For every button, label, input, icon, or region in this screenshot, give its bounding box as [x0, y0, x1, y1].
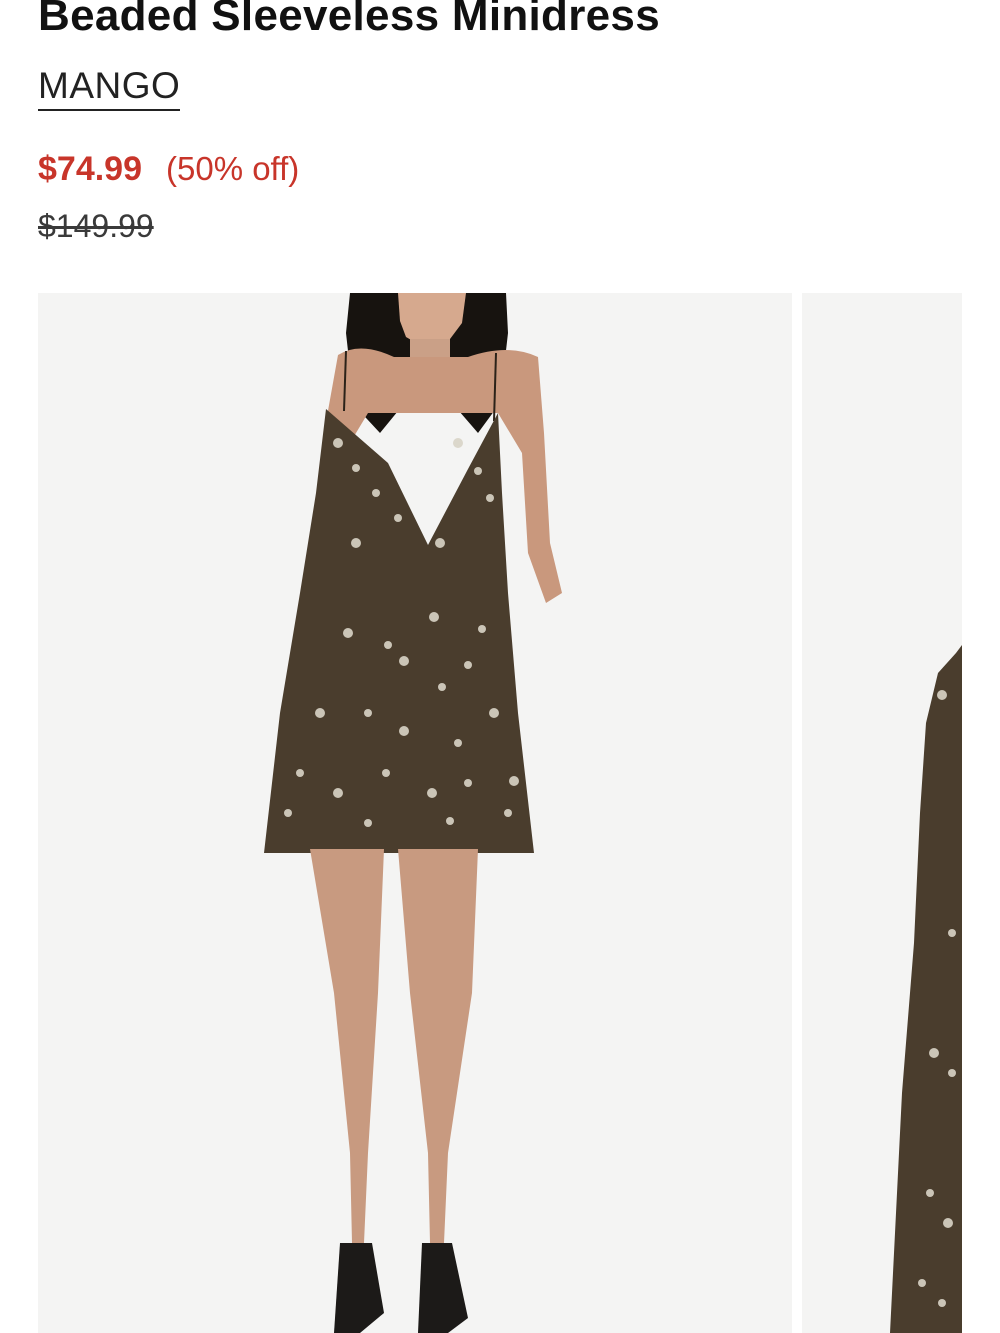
dress-detail-photo [802, 293, 962, 1333]
product-image-next[interactable] [802, 293, 962, 1333]
product-title: Beaded Sleeveless Minidress [38, 0, 660, 40]
brand-link[interactable]: MANGO [38, 64, 181, 111]
image-gallery[interactable] [38, 293, 962, 1333]
sale-price: $74.99 [38, 150, 142, 188]
original-price: $149.99 [38, 208, 154, 244]
discount-label: (50% off) [166, 150, 300, 187]
price-row: $74.99 (50% off) [38, 150, 299, 189]
product-page: Beaded Sleeveless Minidress MANGO $74.99… [0, 0, 1000, 1333]
model-front-photo [38, 293, 792, 1333]
product-image-main[interactable] [38, 293, 792, 1333]
